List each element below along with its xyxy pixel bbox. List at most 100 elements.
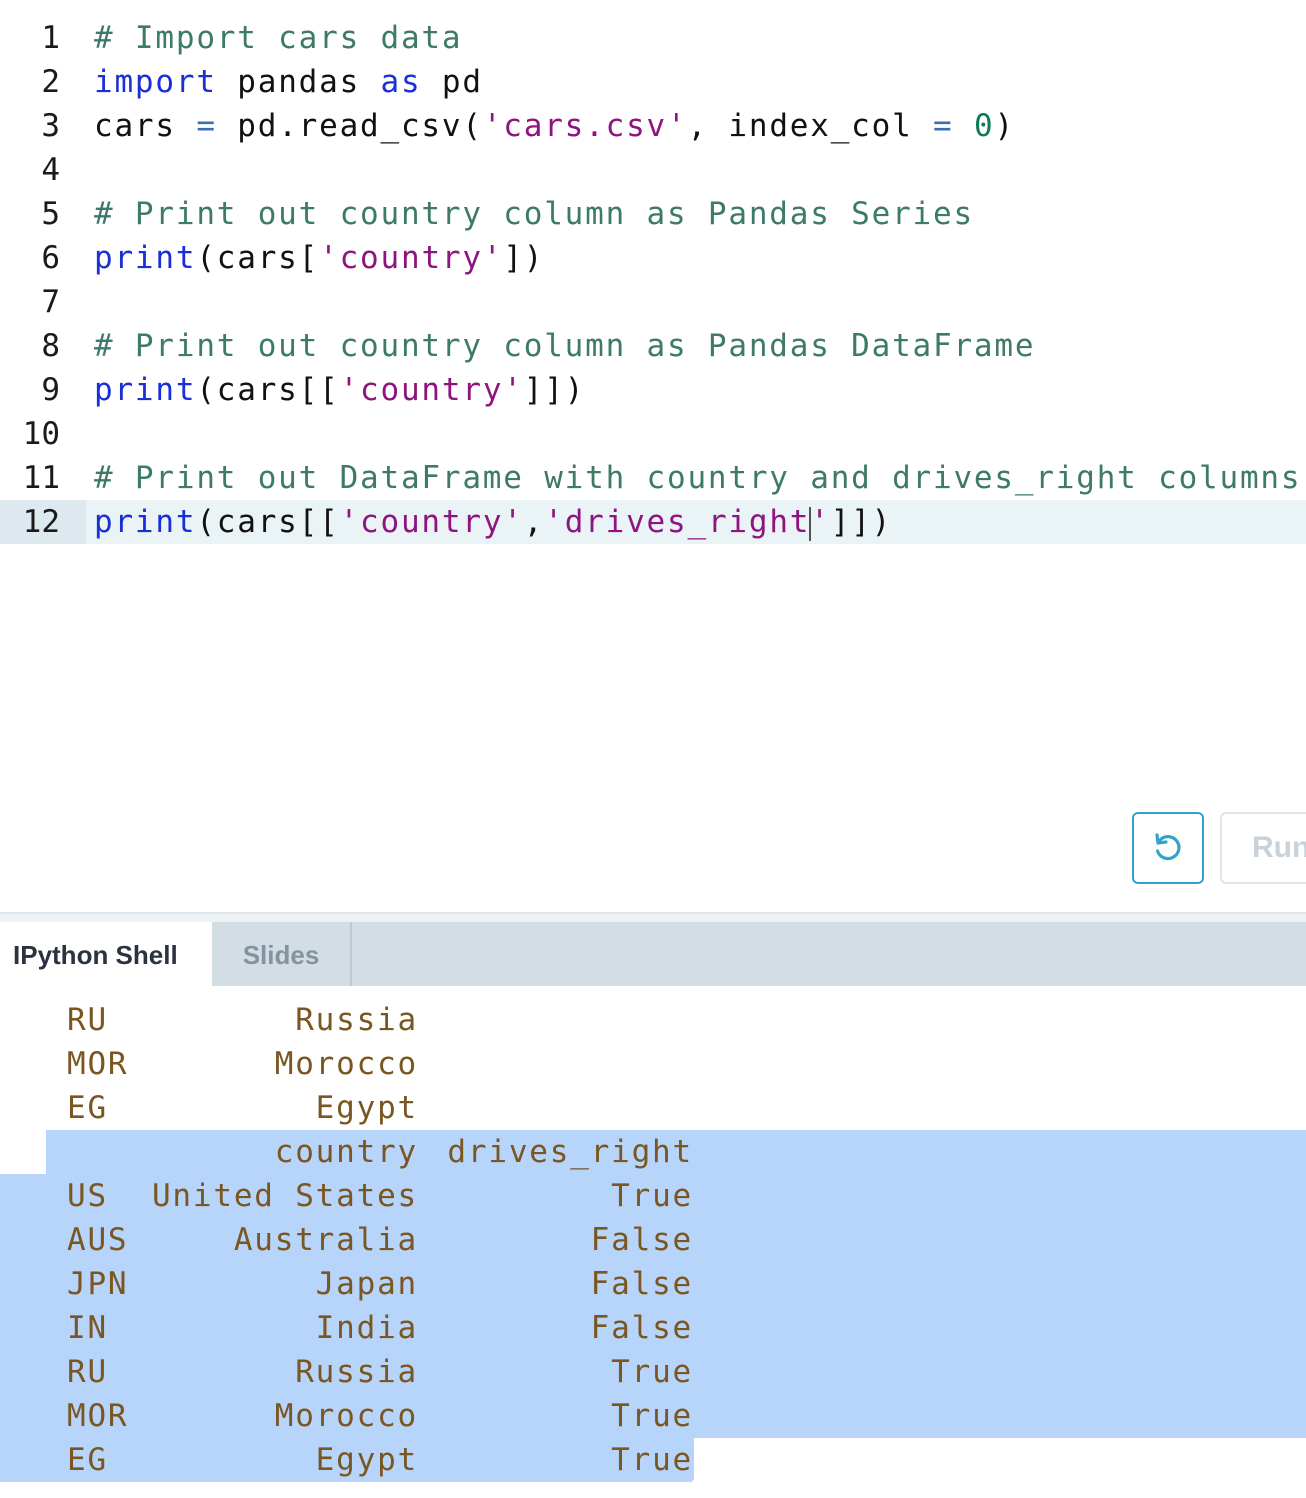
code-text[interactable]: import pandas as pd [94, 60, 483, 104]
code-line[interactable]: 4 [0, 148, 1306, 192]
code-token: pd.read_csv( [216, 108, 483, 144]
code-token: , [523, 504, 545, 540]
line-number: 1 [41, 20, 60, 56]
panel-divider[interactable] [0, 912, 1306, 922]
code-line[interactable]: 6 print(cars['country']) [0, 236, 1306, 280]
code-token: pandas [216, 64, 381, 100]
code-token: print [94, 240, 197, 276]
code-line[interactable]: 11 # Print out DataFrame with country and… [0, 456, 1306, 500]
row-index: IN [67, 1310, 108, 1346]
code-line[interactable]: 12 print(cars[['country','drives_right']]… [0, 500, 1306, 544]
line-number: 7 [41, 284, 60, 320]
row-index: RU [67, 1354, 108, 1390]
country-value: country [274, 1134, 418, 1170]
code-text[interactable]: # Import cars data [94, 16, 462, 60]
reset-icon [1155, 833, 1181, 861]
code-text[interactable]: print(cars[['country','drives_right']]) [94, 500, 892, 544]
line-number: 4 [41, 152, 60, 188]
drives-right-value: True [611, 1178, 693, 1214]
code-token: 'cars.csv' [482, 108, 688, 144]
code-token: (cars[[ [196, 504, 340, 540]
console-output-row: RU Russia True [0, 1350, 1306, 1394]
code-token: cars [94, 108, 197, 144]
console-output-row: US United States True [0, 1174, 1306, 1218]
row-index: MOR [67, 1398, 129, 1434]
code-text[interactable]: # Print out country column as Pandas Ser… [94, 192, 974, 236]
row-index: EG [67, 1442, 108, 1478]
line-number: 6 [41, 240, 60, 276]
code-token: (cars[[ [196, 372, 340, 408]
code-line[interactable]: 3 cars = pd.read_csv('cars.csv', index_co… [0, 104, 1306, 148]
code-token: # Print out country column as Pandas Dat… [94, 328, 1036, 364]
drives-right-value: True [611, 1398, 693, 1434]
drives-right-value: True [611, 1442, 693, 1478]
country-value: Japan [315, 1266, 418, 1302]
line-number: 8 [41, 328, 60, 364]
code-token: ' [810, 504, 831, 540]
code-line[interactable]: 5 # Print out country column as Pandas Se… [0, 192, 1306, 236]
code-token: ]) [503, 240, 545, 276]
ipython-console[interactable]: RU Russia MOR Morocco EG Egypt country drives_r… [0, 986, 1306, 1498]
code-token: import [94, 64, 217, 100]
code-line[interactable]: 2 import pandas as pd [0, 60, 1306, 104]
console-output-row: MOR Morocco [0, 1042, 1306, 1086]
code-text[interactable]: print(cars['country']) [94, 236, 544, 280]
line-number: 2 [41, 64, 60, 100]
console-output-row: EG Egypt [0, 1086, 1306, 1130]
line-number: 5 [41, 196, 60, 232]
reset-button[interactable] [1132, 812, 1204, 884]
code-token: (cars[ [196, 240, 320, 276]
drives-right-value: False [590, 1310, 693, 1346]
run-button[interactable]: Run [1220, 812, 1306, 884]
code-token: ) [994, 108, 1015, 144]
code-token: as [380, 64, 422, 100]
code-token: 'drives_right [544, 504, 811, 540]
code-line[interactable]: 9 print(cars[['country']]) [0, 368, 1306, 412]
code-token: , index_col [687, 108, 934, 144]
console-output-row: country drives_right [0, 1130, 1306, 1174]
console-tab-bar: IPython Shell Slides [0, 922, 1306, 986]
code-line[interactable]: 7 [0, 280, 1306, 324]
code-line[interactable]: 10 [0, 412, 1306, 456]
country-value: India [315, 1310, 418, 1346]
tab-slides[interactable]: Slides [212, 922, 352, 986]
code-editor[interactable]: 1 # Import cars data 2 import pandas as pd 3… [0, 0, 1306, 912]
code-token: 'country' [319, 240, 504, 276]
code-token: # Import cars data [94, 20, 463, 56]
code-line[interactable]: 1 # Import cars data [0, 16, 1306, 60]
country-value: Russia [295, 1354, 418, 1390]
console-output-row: RU Russia [0, 998, 1306, 1042]
line-number: 12 [0, 500, 86, 544]
console-output-row: IN India False [0, 1306, 1306, 1350]
drives-right-value: True [611, 1354, 693, 1390]
code-token: ]]) [523, 372, 586, 408]
country-value: Morocco [274, 1046, 418, 1082]
country-value: Australia [233, 1222, 418, 1258]
row-index: RU [67, 1002, 108, 1038]
console-output-row: AUS Australia False [0, 1218, 1306, 1262]
code-text[interactable]: cars = pd.read_csv('cars.csv', index_col… [94, 104, 1015, 148]
code-token: 'country' [339, 504, 524, 540]
code-text[interactable]: # Print out country column as Pandas Dat… [94, 324, 1035, 368]
code-token: # Print out DataFrame with country and d… [94, 460, 1302, 496]
code-text[interactable]: print(cars[['country']]) [94, 368, 585, 412]
drives-right-value: False [590, 1266, 693, 1302]
drives-right-value: False [590, 1222, 693, 1258]
tab-ipython-shell[interactable]: IPython Shell [0, 922, 212, 986]
row-index: AUS [67, 1222, 129, 1258]
country-value: Morocco [274, 1398, 418, 1434]
code-token: 'country' [339, 372, 524, 408]
code-token: ]]) [830, 504, 893, 540]
row-index: EG [67, 1090, 108, 1126]
code-line[interactable]: 8 # Print out country column as Pandas Da… [0, 324, 1306, 368]
country-value: United States [151, 1178, 418, 1214]
code-token: = [196, 108, 217, 144]
code-token: # Print out country column as Pandas Ser… [94, 196, 974, 232]
code-text[interactable]: # Print out DataFrame with country and d… [94, 456, 1301, 500]
console-output-row: MOR Morocco True [0, 1394, 1306, 1438]
country-value: Egypt [315, 1442, 418, 1478]
line-number: 9 [41, 372, 60, 408]
drives-right-value: drives_right [447, 1134, 693, 1170]
country-value: Egypt [315, 1090, 418, 1126]
